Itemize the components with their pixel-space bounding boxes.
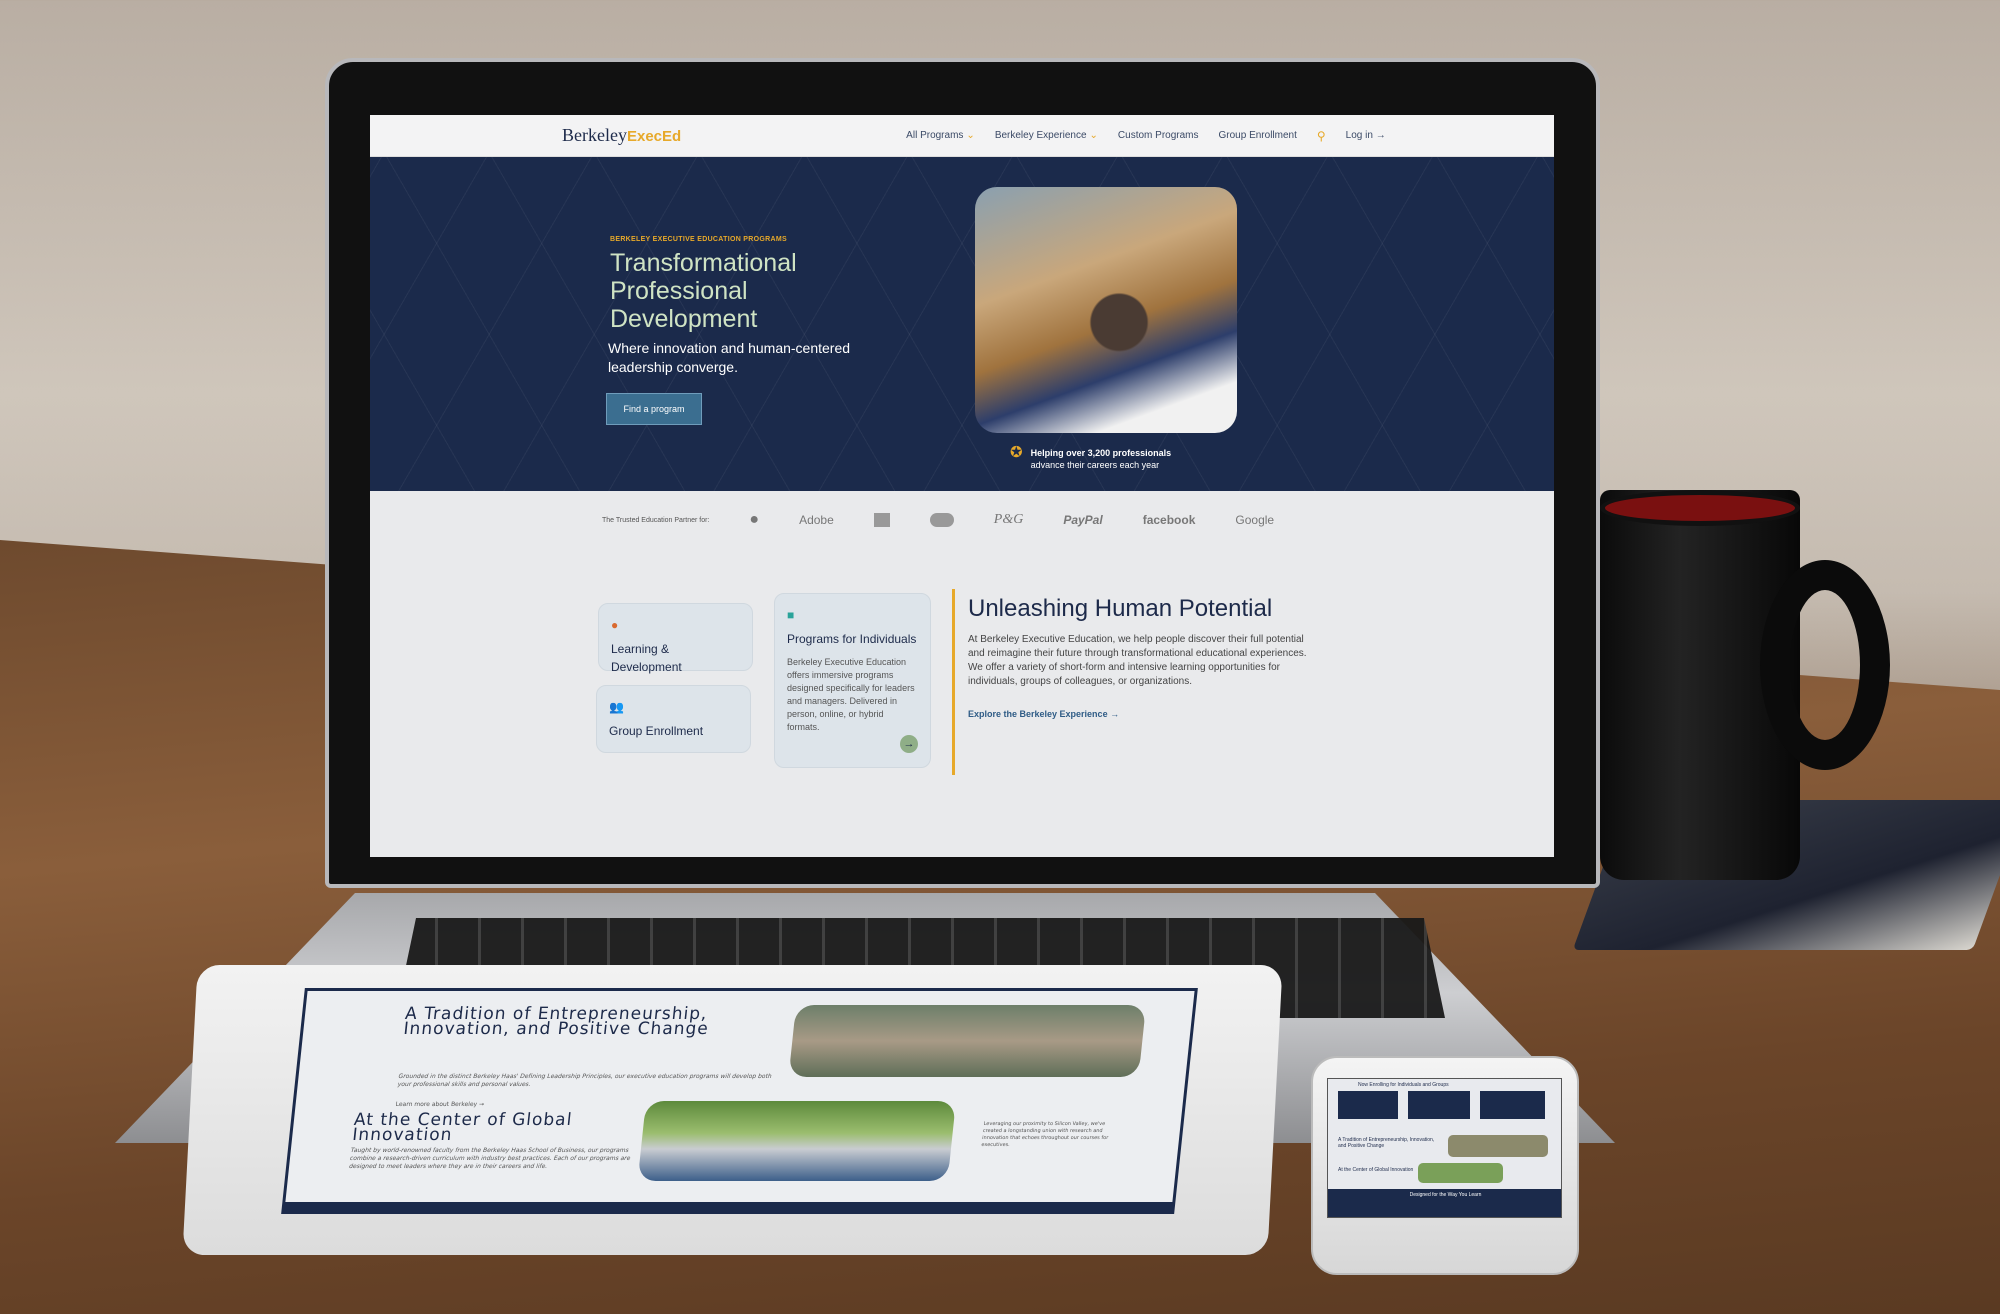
hero: BERKELEY EXECUTIVE EDUCATION PROGRAMS Tr…	[370, 157, 1554, 491]
hero-eyebrow: BERKELEY EXECUTIVE EDUCATION PROGRAMS	[610, 236, 787, 243]
hero-subtitle: Where innovation and human-centered lead…	[608, 340, 851, 375]
adobe-logo: Adobe	[799, 513, 834, 527]
paypal-logo: PayPal	[1063, 513, 1103, 527]
chevron-down-icon: ⌄	[1089, 130, 1098, 141]
phone-heading-learn: Designed for the Way You Learn	[1328, 1189, 1561, 1217]
logo[interactable]: BerkeleyExecEd	[562, 125, 681, 146]
partners-label: The Trusted Education Partner for:	[602, 516, 710, 524]
about-body: At Berkeley Executive Education, we help…	[968, 634, 1307, 687]
top-nav: BerkeleyExecEd All Programs ⌄ Berkeley Ex…	[370, 115, 1554, 157]
pg-logo: P&G	[993, 512, 1024, 527]
google-logo: Google	[1235, 513, 1275, 527]
laptop-screen: BerkeleyExecEd All Programs ⌄ Berkeley Ex…	[370, 115, 1554, 857]
tablet-screen: A Tradition of Entrepreneurship, Innovat…	[281, 988, 1198, 1214]
side-note: Leveraging our proximity to Silicon Vall…	[981, 1121, 1109, 1148]
amex-logo	[873, 513, 890, 527]
about-title: Unleashing Human Potential	[968, 595, 1273, 622]
explore-link[interactable]: Explore the Berkeley Experience →	[968, 709, 1288, 719]
search-icon[interactable]: ⚲	[1317, 129, 1326, 143]
chevron-down-icon: ⌄	[966, 130, 975, 141]
phone-heading-tradition: A Tradition of Entrepreneurship, Innovat…	[1338, 1137, 1435, 1149]
award-badge: ✪ Helping over 3,200 professionals advance…	[1010, 444, 1172, 470]
campus-photo	[788, 1005, 1147, 1077]
card-group-enrollment[interactable]: 👥 Group Enrollment	[596, 685, 751, 753]
group-photo	[637, 1101, 956, 1181]
award-icon: ✪	[1010, 444, 1023, 461]
phone-heading-center: At the Center of Global Innovation	[1338, 1167, 1414, 1173]
about-section: Unleashing Human Potential At Berkeley E…	[968, 595, 1307, 719]
facebook-logo: facebook	[1142, 513, 1196, 527]
login-link[interactable]: Log in →	[1346, 130, 1386, 141]
nav-all-programs[interactable]: All Programs ⌄	[906, 130, 975, 141]
apple-logo: ●	[749, 511, 760, 528]
center-body: Taught by world-renowned faculty from th…	[348, 1147, 631, 1170]
accent-divider	[952, 589, 955, 775]
card-learning-development[interactable]: ● Learning & Development	[598, 603, 753, 674]
group-icon: 👥	[609, 700, 624, 714]
salesforce-logo	[929, 513, 954, 527]
card-programs-individuals[interactable]: ■ Programs for Individuals Berkeley Execut…	[774, 593, 931, 768]
tradition-body: Grounded in the distinct Berkeley Haas' …	[397, 1073, 773, 1088]
nav-group-enrollment[interactable]: Group Enrollment	[1219, 130, 1297, 141]
center-title: At the Center of Global Innovation	[351, 1110, 574, 1145]
learn-more-link[interactable]: Learn more about Berkeley →	[395, 1101, 484, 1108]
briefcase-icon: ■	[787, 608, 795, 622]
hero-photo	[975, 187, 1237, 433]
tradition-title: A Tradition of Entrepreneurship, Innovat…	[402, 1004, 710, 1039]
hero-title: Transformational Professional Developmen…	[610, 249, 797, 333]
partner-logos: The Trusted Education Partner for: ● Ado…	[370, 491, 1554, 549]
phone-screen: Now Enrolling for Individuals and Groups…	[1327, 1078, 1562, 1218]
nav-custom-programs[interactable]: Custom Programs	[1118, 130, 1199, 141]
person-icon: ●	[611, 618, 619, 632]
coffee-mug	[1600, 490, 1890, 880]
arrow-right-icon[interactable]: →	[900, 735, 918, 753]
nav-berkeley-experience[interactable]: Berkeley Experience ⌄	[995, 130, 1098, 141]
find-program-button[interactable]: Find a program	[606, 393, 702, 425]
phone-heading-enrolling: Now Enrolling for Individuals and Groups	[1358, 1082, 1449, 1088]
